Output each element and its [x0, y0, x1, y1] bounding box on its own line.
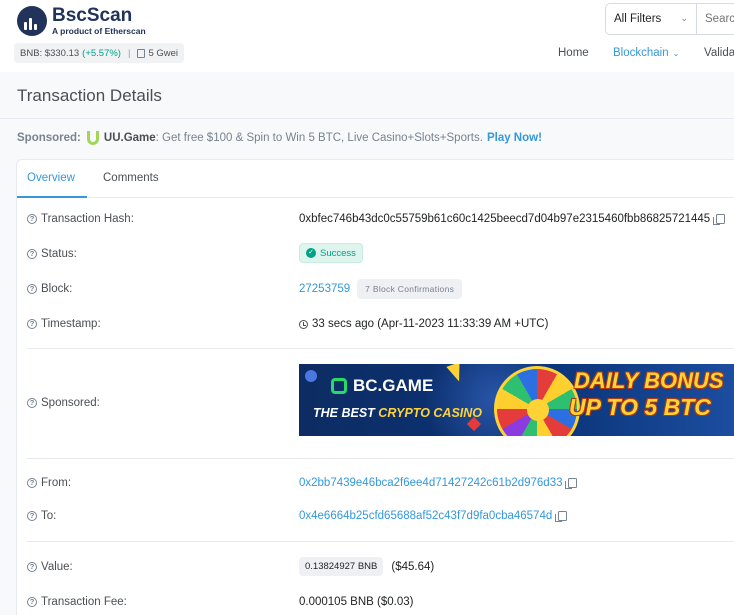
- tagline-part-b: CRYPTO CASINO: [378, 406, 483, 420]
- question-circle-icon[interactable]: ?: [27, 398, 37, 408]
- clock-icon: [299, 319, 308, 329]
- row-divider: [27, 541, 734, 542]
- from-label: ? From:: [27, 477, 71, 489]
- fee-row: 0.000105 BNB ($0.03): [299, 596, 413, 608]
- row-divider: [27, 348, 734, 349]
- nav-validators[interactable]: Validators: [704, 47, 734, 59]
- sponsored-brand[interactable]: UU.Game: [104, 132, 156, 144]
- tx-hash-row: 0xbfec746b43dc0c55759b61c60c1425beecd7d0…: [299, 213, 726, 225]
- page-title: Transaction Details: [17, 86, 162, 105]
- nav-home[interactable]: Home: [558, 47, 589, 59]
- status-row: ✓ Success: [299, 243, 363, 263]
- timestamp-label-text: Timestamp:: [41, 318, 101, 330]
- question-circle-icon[interactable]: ?: [27, 249, 37, 259]
- sponsored-description: : Get free $100 & Spin to Win 5 BTC, Liv…: [155, 132, 483, 144]
- copy-icon[interactable]: [713, 214, 726, 225]
- status-value: Success: [320, 247, 356, 259]
- tab-overview[interactable]: Overview: [27, 172, 75, 184]
- block-label: ? Block:: [27, 283, 72, 295]
- sponsored-banner-label-text: Sponsored:: [41, 397, 100, 409]
- tx-hash-label: ? Transaction Hash:: [27, 213, 134, 225]
- status-label: ? Status:: [27, 248, 77, 260]
- bscscan-logo[interactable]: BscScan A product of Etherscan: [17, 6, 146, 36]
- question-circle-icon[interactable]: ?: [27, 478, 37, 488]
- value-row: 0.13824927 BNB ($45.64): [299, 557, 434, 576]
- from-address-link[interactable]: 0x2bb7439e46bca2f6ee4d71427242c61b2d976d…: [299, 477, 562, 489]
- nav-blockchain-label: Blockchain: [613, 47, 669, 59]
- divider: [0, 118, 734, 119]
- bc-game-ad-banner[interactable]: BC.GAME THE BEST CRYPTO CASINO DAILY BON…: [299, 364, 734, 436]
- brand-subtitle: A product of Etherscan: [52, 26, 146, 36]
- status-badge: ✓ Success: [299, 243, 363, 263]
- bonus-line-1: DAILY BONUS: [574, 368, 724, 393]
- to-label-text: To:: [41, 510, 57, 522]
- uu-game-icon: [86, 131, 99, 145]
- site-header: BscScan A product of Etherscan BNB: $330…: [0, 0, 734, 72]
- to-label: ? To:: [27, 510, 56, 522]
- value-amount: 0.13824927 BNB: [299, 557, 384, 576]
- timestamp-row: 33 secs ago (Apr-11-2023 11:33:39 AM +UT…: [299, 318, 548, 330]
- question-circle-icon[interactable]: ?: [27, 511, 37, 521]
- value-label-text: Value:: [41, 561, 73, 573]
- value-label: ? Value:: [27, 561, 73, 573]
- tab-comments[interactable]: Comments: [103, 172, 159, 184]
- gas-pump-icon: [137, 48, 146, 58]
- bnb-price: BNB: $330.13: [20, 47, 80, 59]
- from-label-text: From:: [41, 477, 72, 489]
- to-row: 0x4e6664b25cfd65688af52c43f7d9fa0cba4657…: [299, 510, 568, 522]
- bc-game-logo-icon: [331, 378, 347, 394]
- bnb-price-pill: BNB: $330.13 (+5.57%) | 5 Gwei: [14, 43, 185, 63]
- to-address-link[interactable]: 0x4e6664b25cfd65688af52c43f7d9fa0cba4657…: [299, 510, 552, 522]
- gas-price[interactable]: 5 Gwei: [148, 48, 178, 59]
- check-circle-icon: ✓: [306, 248, 316, 258]
- active-tab-indicator: [17, 196, 87, 198]
- chevron-down-icon: ⌄: [680, 13, 688, 23]
- sponsored-banner-label: ? Sponsored:: [27, 397, 100, 409]
- block-number-link[interactable]: 27253759: [299, 283, 350, 295]
- copy-icon[interactable]: [565, 478, 578, 489]
- block-label-text: Block:: [41, 283, 73, 295]
- timestamp-value: 33 secs ago (Apr-11-2023 11:33:39 AM +UT…: [312, 318, 549, 330]
- tx-hash-value: 0xbfec746b43dc0c55759b61c60c1425beecd7d0…: [299, 213, 711, 225]
- sponsored-label: Sponsored:: [17, 132, 81, 144]
- timestamp-label: ? Timestamp:: [27, 318, 101, 330]
- row-divider: [27, 458, 734, 459]
- transaction-card: Overview Comments ? Transaction Hash: 0x…: [16, 159, 734, 615]
- search-filter-select[interactable]: All Filters ⌄: [605, 3, 697, 35]
- value-usd: ($45.64): [391, 560, 435, 573]
- star-badge-icon: [305, 370, 317, 382]
- fee-label: ? Transaction Fee:: [27, 596, 127, 608]
- bonus-line-2: UP TO 5 BTC: [569, 394, 711, 420]
- confirmations-badge: 7 Block Confirmations: [357, 279, 463, 299]
- tagline-part-a: THE BEST: [313, 406, 379, 420]
- bc-game-logo: BC.GAME: [331, 376, 433, 396]
- bscscan-logo-icon: [17, 6, 47, 36]
- bnb-price-change: (+5.57%): [82, 47, 121, 59]
- tab-bar: Overview Comments: [17, 160, 734, 198]
- sponsored-text-ad: Sponsored: UU.Game : Get free $100 & Spi…: [17, 131, 542, 145]
- nav-blockchain[interactable]: Blockchain ⌄: [613, 47, 679, 59]
- question-circle-icon[interactable]: ?: [27, 597, 37, 607]
- from-row: 0x2bb7439e46bca2f6ee4d71427242c61b2d976d…: [299, 477, 578, 489]
- block-row: 27253759 7 Block Confirmations: [299, 279, 463, 299]
- caret-down-icon: ⌄: [672, 49, 680, 58]
- question-circle-icon[interactable]: ?: [27, 284, 37, 294]
- question-circle-icon[interactable]: ?: [27, 319, 37, 329]
- search-box[interactable]: [697, 3, 734, 35]
- bc-game-tagline: THE BEST CRYPTO CASINO: [313, 406, 482, 420]
- fee-value: 0.000105 BNB ($0.03): [299, 596, 414, 608]
- question-circle-icon[interactable]: ?: [27, 214, 37, 224]
- search-filter-value: All Filters: [614, 13, 662, 25]
- copy-icon[interactable]: [555, 511, 568, 522]
- play-now-link[interactable]: Play Now!: [487, 132, 542, 144]
- status-label-text: Status:: [41, 248, 77, 260]
- question-circle-icon[interactable]: ?: [27, 562, 37, 572]
- tx-hash-label-text: Transaction Hash:: [41, 213, 134, 225]
- search-input[interactable]: [697, 4, 734, 34]
- fee-label-text: Transaction Fee:: [41, 596, 127, 608]
- brand-title: BscScan: [52, 5, 133, 26]
- bc-game-brand: BC.GAME: [353, 376, 434, 395]
